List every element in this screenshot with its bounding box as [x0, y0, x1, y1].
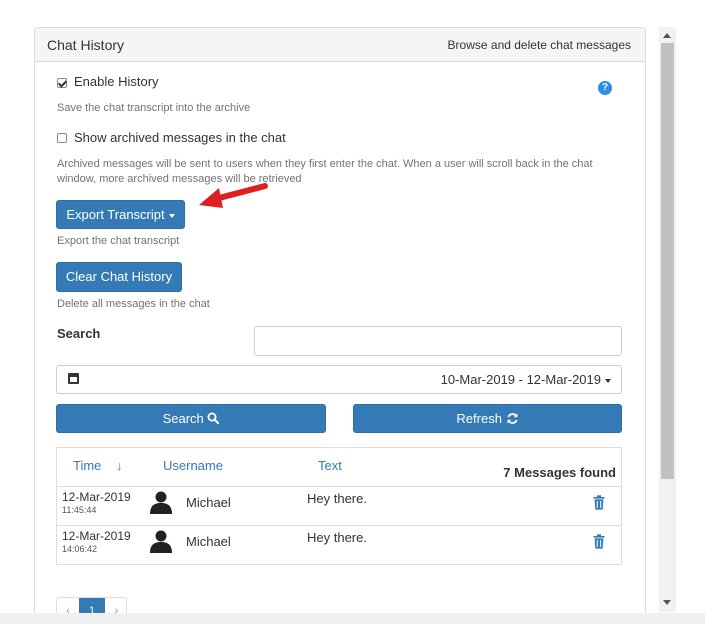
search-button-label: Search [162, 411, 204, 426]
row-text: Hey there. [307, 530, 367, 545]
caret-down-icon [605, 379, 611, 383]
panel-heading: Chat History Browse and delete chat mess… [35, 28, 645, 62]
row-text: Hey there. [307, 491, 367, 506]
export-transcript-button[interactable]: Export Transcript [56, 200, 185, 229]
row-date: 12-Mar-2019 [62, 490, 131, 504]
trash-icon[interactable] [593, 495, 605, 510]
panel-subtitle: Browse and delete chat messages [447, 38, 631, 52]
row-time: 11:45:44 [62, 505, 97, 515]
user-avatar-icon [150, 530, 172, 553]
search-button[interactable]: Search [56, 404, 326, 433]
search-input[interactable] [254, 326, 622, 356]
show-archived-label[interactable]: Show archived messages in the chat [74, 130, 286, 145]
row-username: Michael [186, 495, 231, 510]
column-header-username[interactable]: Username [163, 458, 223, 473]
search-label: Search [57, 326, 101, 341]
column-header-time[interactable]: Time [73, 458, 101, 473]
scroll-up-arrow-icon[interactable] [663, 33, 671, 38]
row-date: 12-Mar-2019 [62, 529, 131, 543]
clear-help: Delete all messages in the chat [57, 298, 210, 310]
export-help: Export the chat transcript [57, 235, 180, 247]
enable-history-help: Save the chat transcript into the archiv… [57, 102, 251, 114]
row-time: 14:06:42 [62, 544, 98, 554]
show-archived-help: Archived messages will be sent to users … [57, 158, 593, 185]
enable-history-checkbox[interactable] [57, 78, 67, 88]
sort-arrow-icon[interactable]: ↓ [116, 458, 123, 473]
refresh-icon [507, 413, 518, 424]
bottom-strip [0, 613, 705, 624]
messages-found-count: 7 Messages found [503, 465, 616, 480]
enable-history-label[interactable]: Enable History [74, 74, 159, 89]
row-username: Michael [186, 534, 231, 549]
search-icon [207, 412, 220, 424]
date-range-value: 10-Mar-2019 - 12-Mar-2019 [440, 372, 601, 387]
clear-chat-history-button[interactable]: Clear Chat History [56, 262, 182, 292]
export-transcript-label: Export Transcript [66, 207, 165, 222]
scrollbar-thumb[interactable] [661, 43, 674, 479]
show-archived-checkbox[interactable] [57, 133, 67, 143]
calendar-icon [68, 373, 79, 384]
annotation-arrow-icon [199, 183, 268, 208]
user-avatar-icon [150, 491, 172, 514]
refresh-button[interactable]: Refresh [353, 404, 622, 433]
table-row: 12-Mar-2019 14:06:42 Michael Hey there. [57, 526, 621, 564]
trash-icon[interactable] [593, 534, 605, 549]
column-header-text[interactable]: Text [318, 458, 342, 473]
scroll-down-arrow-icon[interactable] [663, 600, 671, 605]
refresh-button-label: Refresh [456, 411, 502, 426]
date-range-picker[interactable]: 10-Mar-2019 - 12-Mar-2019 [56, 365, 622, 394]
caret-down-icon [168, 213, 175, 218]
table-row: 12-Mar-2019 11:45:44 Michael Hey there. [57, 487, 621, 525]
panel-title: Chat History [47, 37, 125, 53]
help-icon[interactable]: ? [598, 81, 612, 95]
